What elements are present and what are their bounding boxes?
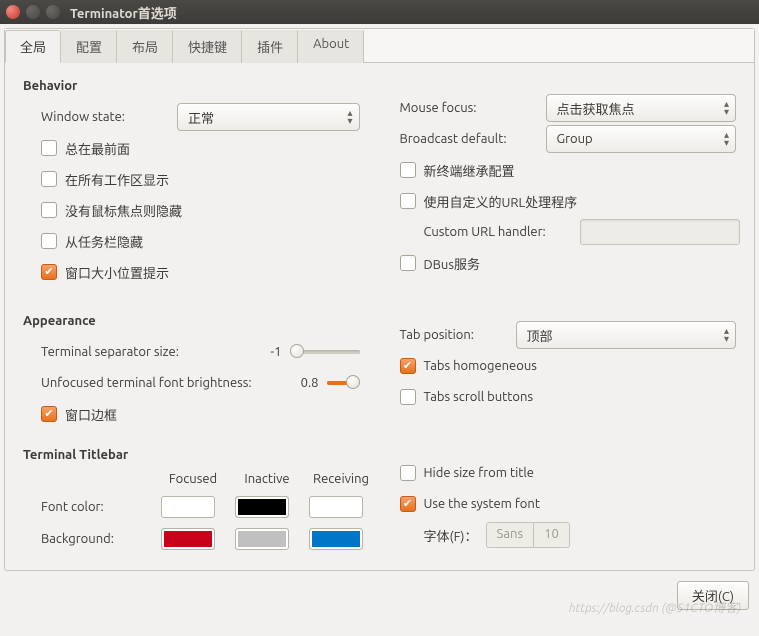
tab-position-combo[interactable]: 顶部 ▴▾ [516, 321, 737, 349]
window-titlebar: Terminator首选项 [0, 0, 759, 24]
window-state-value: 正常 [188, 108, 214, 127]
custom-url-handler-field-label: Custom URL handler: [424, 225, 572, 239]
always-on-top-checkbox[interactable] [41, 140, 57, 156]
geometry-hints-label: 窗口大小位置提示 [65, 263, 169, 282]
tab-page-global: Behavior Window state: 正常 ▴▾ 总在最前面 在所有工作… [5, 63, 754, 570]
hide-on-lose-focus-checkbox[interactable] [41, 202, 57, 218]
custom-url-handler-label: 使用自定义的URL处理程序 [424, 192, 578, 211]
font-color-label: Font color: [41, 500, 151, 514]
separator-size-slider[interactable] [290, 349, 360, 355]
col-header-inactive: Inactive [235, 472, 299, 486]
font-size-value: 10 [534, 523, 569, 547]
mouse-focus-value: 点击获取焦点 [557, 99, 635, 118]
font-family-value: Sans [487, 523, 535, 547]
tab-global[interactable]: 全局 [5, 30, 61, 63]
window-minimize-icon[interactable] [26, 5, 40, 19]
broadcast-default-combo[interactable]: Group ▴▾ [546, 125, 737, 153]
tabs-scroll-buttons-checkbox[interactable] [400, 389, 416, 405]
dbus-server-checkbox[interactable] [400, 255, 416, 271]
combo-arrows-icon: ▴▾ [724, 131, 729, 147]
right-column: Mouse focus: 点击获取焦点 ▴▾ Broadcast default… [400, 75, 737, 552]
background-inactive-swatch[interactable] [235, 528, 289, 550]
all-workspaces-label: 在所有工作区显示 [65, 170, 169, 189]
window-borders-label: 窗口边框 [65, 405, 117, 424]
window-state-combo[interactable]: 正常 ▴▾ [177, 103, 360, 131]
separator-size-label: Terminal separator size: [41, 345, 179, 359]
tab-layouts[interactable]: 布局 [117, 30, 173, 63]
dbus-server-label: DBus服务 [424, 254, 481, 273]
always-on-top-label: 总在最前面 [65, 139, 130, 158]
reuse-profiles-checkbox[interactable] [400, 162, 416, 178]
unfocused-brightness-value: 0.8 [301, 376, 319, 390]
window-state-label: Window state: [41, 110, 169, 124]
behavior-heading: Behavior [23, 79, 360, 93]
reuse-profiles-label: 新终端继承配置 [424, 161, 515, 180]
col-header-focused: Focused [161, 472, 225, 486]
tab-profiles[interactable]: 配置 [61, 30, 117, 63]
background-receiving-swatch[interactable] [309, 528, 363, 550]
font-button: Sans 10 [486, 522, 570, 548]
unfocused-brightness-slider[interactable] [327, 380, 360, 386]
separator-size-value: -1 [270, 345, 281, 359]
broadcast-default-value: Group [557, 132, 593, 146]
mouse-focus-combo[interactable]: 点击获取焦点 ▴▾ [546, 94, 737, 122]
custom-url-handler-input [580, 219, 740, 245]
hide-size-from-title-label: Hide size from title [424, 466, 534, 480]
hide-on-lose-focus-label: 没有鼠标焦点则隐藏 [65, 201, 182, 220]
col-header-receiving: Receiving [309, 472, 373, 486]
mouse-focus-label: Mouse focus: [400, 101, 538, 115]
unfocused-brightness-label: Unfocused terminal font brightness: [41, 376, 252, 390]
font-color-receiving-swatch[interactable] [309, 496, 363, 518]
font-color-focused-swatch[interactable] [161, 496, 215, 518]
left-column: Behavior Window state: 正常 ▴▾ 总在最前面 在所有工作… [23, 75, 360, 552]
tab-position-label: Tab position: [400, 328, 508, 342]
window-close-icon[interactable] [6, 5, 20, 19]
background-color-label: Background: [41, 532, 151, 546]
use-system-font-label: Use the system font [424, 497, 540, 511]
use-system-font-checkbox[interactable] [400, 496, 416, 512]
font-label: 字体(F)： [424, 526, 478, 545]
font-color-inactive-swatch[interactable] [235, 496, 289, 518]
tab-position-value: 顶部 [527, 326, 553, 345]
appearance-heading: Appearance [23, 314, 360, 328]
window-maximize-icon[interactable] [46, 5, 60, 19]
broadcast-default-label: Broadcast default: [400, 132, 538, 146]
geometry-hints-checkbox[interactable] [41, 264, 57, 280]
hide-from-taskbar-label: 从任务栏隐藏 [65, 232, 143, 251]
titlebar-color-grid: Focused Inactive Receiving Font color: B… [23, 472, 360, 550]
tabs-homogeneous-label: Tabs homogeneous [424, 359, 537, 373]
tabs-homogeneous-checkbox[interactable] [400, 358, 416, 374]
combo-arrows-icon: ▴▾ [724, 327, 729, 343]
window-title: Terminator首选项 [70, 3, 177, 22]
tab-plugins[interactable]: 插件 [242, 30, 298, 63]
combo-arrows-icon: ▴▾ [724, 100, 729, 116]
watermark-text: https://blog.csdn (@51CTO博客) [569, 599, 741, 616]
hide-size-from-title-checkbox[interactable] [400, 465, 416, 481]
combo-arrows-icon: ▴▾ [347, 109, 352, 125]
titlebar-heading: Terminal Titlebar [23, 448, 360, 462]
window-borders-checkbox[interactable] [41, 406, 57, 422]
tab-keybindings[interactable]: 快捷键 [173, 30, 242, 63]
hide-from-taskbar-checkbox[interactable] [41, 233, 57, 249]
all-workspaces-checkbox[interactable] [41, 171, 57, 187]
preferences-notebook: 全局 配置 布局 快捷键 插件 About Behavior Window st… [4, 28, 755, 571]
tab-about[interactable]: About [298, 30, 364, 63]
background-focused-swatch[interactable] [161, 528, 215, 550]
tabs-scroll-buttons-label: Tabs scroll buttons [424, 390, 534, 404]
custom-url-handler-checkbox[interactable] [400, 193, 416, 209]
